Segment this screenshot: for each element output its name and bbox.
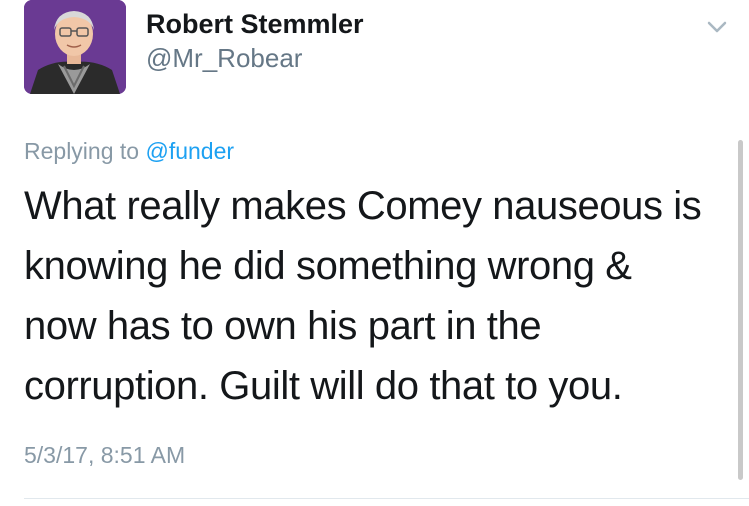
tweet-text: What really makes Comey nauseous is know… <box>24 176 724 416</box>
tweet-timestamp[interactable]: 5/3/17, 8:51 AM <box>24 442 185 469</box>
tweet-text-line: knowing he did something wrong & <box>24 244 632 288</box>
avatar-illustration <box>24 0 126 94</box>
tweet-text-line: now has to own his part in the <box>24 304 542 348</box>
chevron-down-icon[interactable] <box>702 16 732 38</box>
scrollbar[interactable] <box>738 140 743 480</box>
replying-to: Replying to @funder <box>24 138 234 165</box>
divider <box>24 498 749 499</box>
avatar[interactable] <box>24 0 126 94</box>
author-handle[interactable]: @Mr_Robear <box>146 43 302 74</box>
author-name[interactable]: Robert Stemmler <box>146 9 364 40</box>
reply-prefix: Replying to <box>24 138 140 164</box>
tweet-text-line: corruption. Guilt will do that to you. <box>24 364 623 408</box>
reply-mention-link[interactable]: @funder <box>145 138 234 164</box>
tweet-text-line: What really makes Comey nauseous is <box>24 184 702 228</box>
